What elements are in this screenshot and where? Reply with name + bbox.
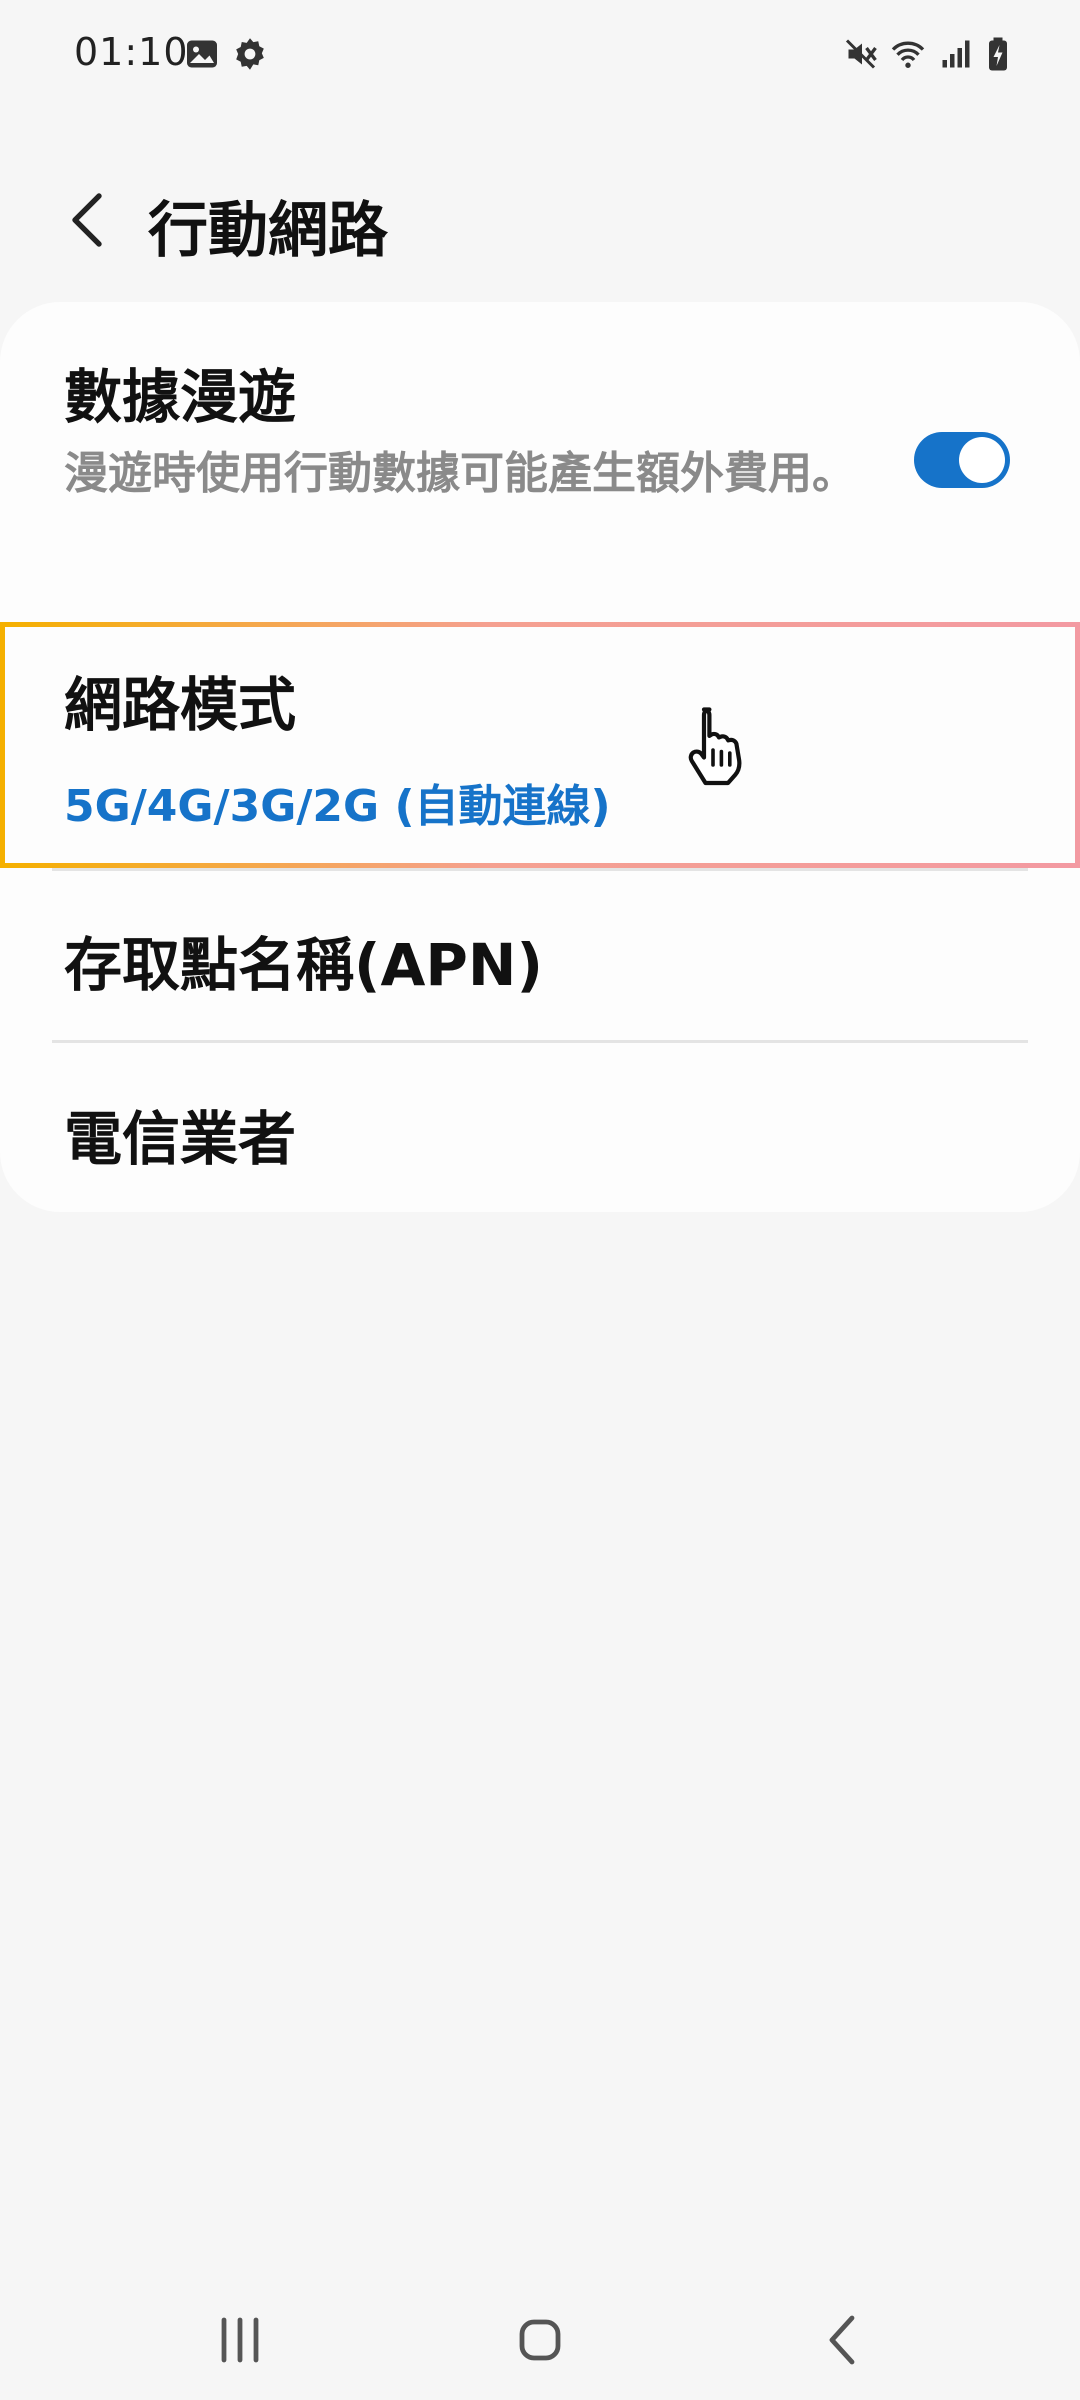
network-mode-title: 網路模式 bbox=[64, 671, 297, 739]
carrier-title: 電信業者 bbox=[64, 1105, 297, 1173]
network-mode-value: 5G/4G/3G/2G (自動連線) bbox=[64, 781, 611, 832]
recents-icon bbox=[221, 2317, 259, 2363]
carrier-row[interactable]: 電信業者 bbox=[0, 1042, 1080, 1212]
data-roaming-title: 數據漫遊 bbox=[64, 363, 297, 431]
gallery-icon bbox=[184, 36, 220, 72]
chevron-left-icon bbox=[72, 193, 102, 247]
apn-row[interactable]: 存取點名稱(APN) bbox=[0, 874, 1080, 1042]
recents-button[interactable] bbox=[200, 2300, 280, 2380]
home-icon bbox=[519, 2319, 561, 2361]
hand-cursor-icon bbox=[680, 702, 752, 786]
back-icon bbox=[829, 2315, 855, 2365]
settings-card: 數據漫遊 漫遊時使用行動數據可能產生額外費用。 網路模式 5G/4G/3G/2G… bbox=[0, 302, 1080, 1212]
data-roaming-description: 漫遊時使用行動數據可能產生額外費用。 bbox=[64, 448, 856, 499]
data-roaming-toggle[interactable] bbox=[914, 432, 1010, 488]
app-header: 行動網路 bbox=[0, 160, 1080, 280]
wifi-icon bbox=[890, 36, 926, 72]
screen: 01:10 行動網路 數據漫遊 漫遊時使用行動數據可能產生額外費用。 網路模式 … bbox=[0, 0, 1080, 2400]
status-bar: 01:10 bbox=[0, 0, 1080, 110]
data-roaming-row[interactable]: 數據漫遊 漫遊時使用行動數據可能產生額外費用。 bbox=[0, 302, 1080, 620]
navigation-bar bbox=[0, 2280, 1080, 2400]
home-button[interactable] bbox=[500, 2300, 580, 2380]
status-time: 01:10 bbox=[74, 30, 189, 74]
signal-icon bbox=[938, 36, 974, 72]
battery-charging-icon bbox=[980, 36, 1016, 72]
back-button[interactable] bbox=[54, 184, 126, 256]
toggle-knob bbox=[959, 437, 1005, 483]
apn-title: 存取點名稱(APN) bbox=[64, 931, 543, 999]
divider bbox=[52, 868, 1028, 871]
page-title: 行動網路 bbox=[148, 196, 388, 266]
gear-icon bbox=[232, 36, 268, 72]
nav-back-button[interactable] bbox=[804, 2300, 884, 2380]
network-mode-row[interactable]: 網路模式 5G/4G/3G/2G (自動連線) bbox=[0, 622, 1080, 862]
mute-icon bbox=[844, 36, 880, 72]
